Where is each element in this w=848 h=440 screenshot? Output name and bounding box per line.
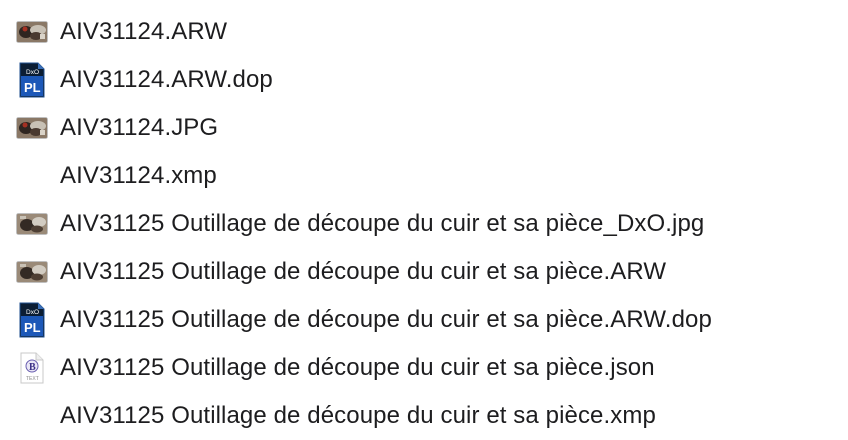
dxo-icon-top-text: DxO (26, 309, 39, 316)
dxo-icon-bottom-text: PL (24, 320, 41, 335)
file-name: AIV31124.JPG (60, 114, 219, 141)
file-row-3[interactable]: AIV31124.xmp (0, 152, 848, 200)
file-name: AIV31125 Outillage de découpe du cuir et… (60, 402, 656, 429)
file-name: AIV31125 Outillage de découpe du cuir et… (60, 210, 705, 237)
file-row-5[interactable]: AIV31125 Outillage de découpe du cuir et… (0, 248, 848, 296)
file-row-0[interactable]: AIV31124.ARW (0, 8, 848, 56)
dxo-pl-document-icon: DxO PL (16, 302, 48, 338)
file-name: AIV31124.xmp (60, 162, 217, 189)
blank-document-icon (16, 398, 48, 434)
file-name: AIV31125 Outillage de découpe du cuir et… (60, 258, 667, 285)
file-name: AIV31125 Outillage de découpe du cuir et… (60, 354, 655, 381)
file-name: AIV31125 Outillage de découpe du cuir et… (60, 306, 712, 333)
svg-text:B: B (29, 362, 36, 373)
file-name: AIV31124.ARW (60, 18, 228, 45)
text-icon-label: TEXT (26, 376, 39, 382)
file-list: AIV31124.ARW DxO PL AIV31124.ARW.dop AIV… (0, 8, 848, 440)
raw-photo-thumbnail-icon (16, 254, 48, 290)
file-row-7[interactable]: B TEXT AIV31125 Outillage de découpe du … (0, 344, 848, 392)
dxo-pl-document-icon: DxO PL (16, 62, 48, 98)
file-row-8[interactable]: AIV31125 Outillage de découpe du cuir et… (0, 392, 848, 440)
bbedit-text-document-icon: B TEXT (16, 350, 48, 386)
file-row-6[interactable]: DxO PL AIV31125 Outillage de découpe du … (0, 296, 848, 344)
file-row-1[interactable]: DxO PL AIV31124.ARW.dop (0, 56, 848, 104)
dxo-icon-bottom-text: PL (24, 80, 41, 95)
file-row-4[interactable]: AIV31125 Outillage de découpe du cuir et… (0, 200, 848, 248)
jpg-photo-thumbnail-icon (16, 110, 48, 146)
file-name: AIV31124.ARW.dop (60, 66, 273, 93)
raw-photo-thumbnail-icon (16, 14, 48, 50)
file-row-2[interactable]: AIV31124.JPG (0, 104, 848, 152)
blank-document-icon (16, 158, 48, 194)
dxo-icon-top-text: DxO (26, 69, 39, 76)
jpg-photo-thumbnail-icon (16, 206, 48, 242)
